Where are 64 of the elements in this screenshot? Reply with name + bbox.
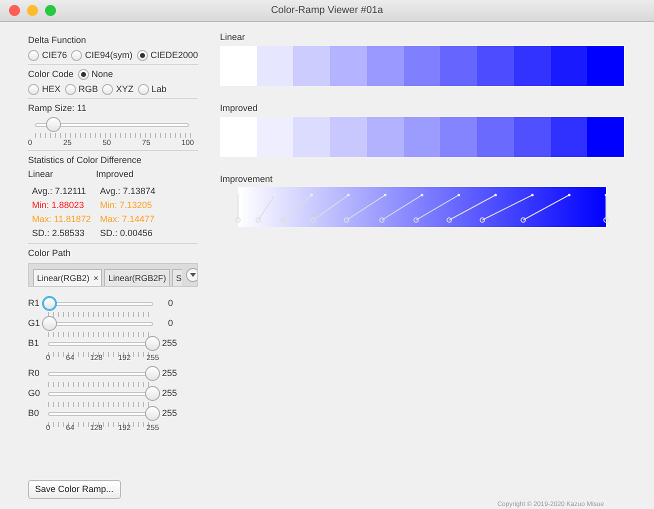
- radio-label[interactable]: Lab: [152, 84, 167, 95]
- radio-label[interactable]: HEX: [42, 84, 61, 95]
- minimize-button[interactable]: [27, 5, 38, 16]
- stat-value: Min: 1.88023: [31, 199, 86, 212]
- section-label: Color Path: [28, 248, 72, 259]
- slider-thumb[interactable]: [145, 336, 160, 352]
- stat-value: SD.: 0.00456: [99, 227, 154, 240]
- slider-thumb[interactable]: [145, 366, 160, 382]
- window-title: Color-Ramp Viewer #01a: [270, 4, 384, 16]
- radio-button[interactable]: [136, 50, 148, 61]
- ramp-title: Improved: [220, 102, 259, 114]
- slider-thumb[interactable]: [145, 406, 160, 422]
- close-button[interactable]: [9, 5, 20, 16]
- radio-label[interactable]: CIEDE2000: [150, 50, 198, 61]
- section-label: Delta Function: [28, 35, 88, 46]
- radio-label[interactable]: RGB: [78, 84, 98, 95]
- tab[interactable]: Linear(RGB2) ×: [33, 268, 102, 286]
- radio-label[interactable]: None: [92, 68, 114, 80]
- slider-value: 255: [162, 386, 178, 399]
- slider-label: G1: [28, 316, 41, 329]
- ramp-size-label: Ramp Size: 11: [28, 102, 88, 114]
- ramp-title: Linear: [220, 32, 246, 43]
- slider-value: 255: [162, 336, 178, 349]
- slider-label: R1: [28, 296, 41, 309]
- radio-label[interactable]: CIE76: [42, 50, 68, 61]
- slider-label: B1: [28, 336, 40, 349]
- slider-thumb[interactable]: [46, 117, 61, 132]
- save-color-ramp-button[interactable]: Save Color Ramp...: [28, 480, 121, 499]
- radio-button[interactable]: [64, 84, 76, 95]
- stat-value: Min: 7.13205: [99, 199, 154, 212]
- stat-value: Avg.: 7.12111: [31, 185, 88, 198]
- section-label: Color Code: [28, 68, 74, 80]
- section-label: Statistics of Color Difference: [28, 154, 142, 166]
- radio-button[interactable]: [71, 50, 82, 61]
- stat-value: Max: 7.14477: [99, 213, 156, 226]
- slider-label: G0: [28, 386, 41, 399]
- dropdown-button[interactable]: [186, 268, 197, 282]
- caret-icon: [190, 272, 196, 277]
- radio-label[interactable]: CIE94(sym): [85, 50, 133, 61]
- tab[interactable]: S: [172, 268, 182, 286]
- radio-button[interactable]: [28, 84, 39, 95]
- slider-thumb[interactable]: [42, 296, 57, 312]
- close-icon[interactable]: ×: [93, 272, 98, 283]
- radio-button[interactable]: [28, 50, 39, 61]
- radio-button[interactable]: [138, 84, 149, 95]
- slider-value: 0: [168, 296, 174, 309]
- stat-value: Max: 11.81872: [31, 213, 92, 226]
- radio-button[interactable]: [78, 68, 89, 80]
- slider-thumb[interactable]: [145, 386, 160, 402]
- slider-thumb[interactable]: [42, 316, 57, 332]
- slider-value: 255: [162, 366, 178, 379]
- slider-label: R0: [28, 366, 41, 379]
- column-heading: Improved: [96, 169, 135, 180]
- slider-label: B0: [28, 406, 40, 419]
- radio-button[interactable]: [102, 84, 114, 95]
- slider-value: 0: [168, 316, 174, 329]
- stat-value: SD.: 2.58533: [31, 227, 86, 240]
- stat-value: Avg.: 7.13874: [99, 185, 156, 198]
- slider-value: 255: [162, 406, 178, 419]
- radio-label[interactable]: XYZ: [116, 84, 134, 95]
- column-heading: Linear: [28, 169, 54, 180]
- improvement-title: Improvement: [220, 174, 274, 184]
- zoom-button[interactable]: [45, 5, 56, 16]
- tab[interactable]: Linear(RGB2F): [104, 268, 170, 286]
